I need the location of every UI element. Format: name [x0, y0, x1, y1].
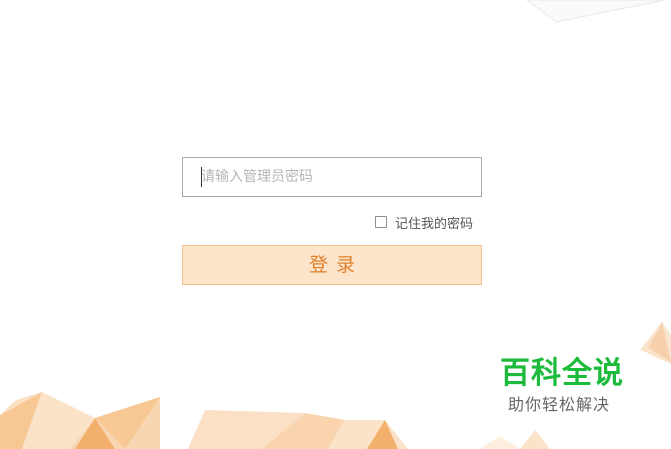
remember-password-option[interactable]: 记住我的密码: [375, 213, 474, 232]
text-cursor: [201, 167, 202, 187]
watermark-subtitle: 助你轻松解决: [508, 395, 611, 414]
password-input[interactable]: [183, 158, 481, 196]
watermark-title: 百科全说: [500, 356, 624, 391]
login-button[interactable]: 登录: [182, 245, 482, 285]
remember-label: 记住我的密码: [395, 216, 474, 232]
password-field[interactable]: [182, 157, 482, 197]
remember-checkbox[interactable]: [375, 216, 387, 228]
